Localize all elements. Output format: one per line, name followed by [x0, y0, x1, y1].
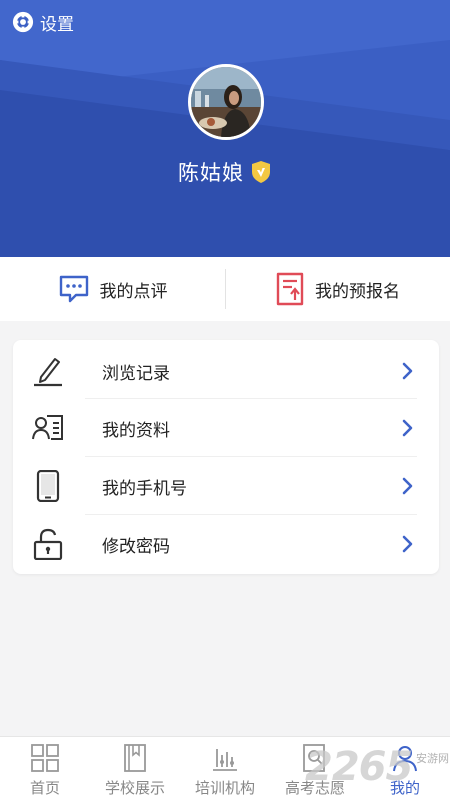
- chevron-right-icon: [402, 362, 413, 380]
- tab-home[interactable]: 首页: [0, 737, 90, 800]
- menu-item-my-profile[interactable]: 我的资料: [13, 399, 439, 457]
- book-icon: [124, 744, 146, 772]
- settings-label: 设置: [40, 14, 74, 35]
- menu-item-my-phone[interactable]: 我的手机号: [13, 457, 439, 515]
- quick-actions: 我的点评 我的预报名: [0, 257, 450, 321]
- menu-item-label: 我的资料: [102, 420, 170, 441]
- tab-label: 学校展示: [104, 779, 165, 797]
- menu-item-label: 我的手机号: [102, 478, 187, 499]
- divider: [225, 269, 226, 309]
- settings-button[interactable]: 设置: [12, 9, 74, 35]
- grid-home-icon: [31, 744, 59, 772]
- phone-icon: [36, 470, 60, 502]
- avatar[interactable]: [188, 64, 264, 140]
- lock-icon: [33, 528, 63, 560]
- avatar-photo: [191, 67, 261, 137]
- my-reviews-button[interactable]: 我的点评: [0, 257, 225, 321]
- profile-header: 设置 陈姑娘: [0, 0, 450, 257]
- my-reviews-label: 我的点评: [99, 281, 168, 302]
- my-preregistration-button[interactable]: 我的预报名: [225, 257, 450, 321]
- verified-badge-icon: [252, 161, 270, 183]
- watermark-logo: 2265: [305, 744, 413, 790]
- pencil-icon: [34, 358, 62, 387]
- username: 陈姑娘: [178, 161, 244, 185]
- menu-item-browse-history[interactable]: 浏览记录: [13, 342, 439, 400]
- menu-item-change-password[interactable]: 修改密码: [13, 515, 439, 573]
- bar-chart-icon: [213, 749, 237, 771]
- my-preregistration-label: 我的预报名: [315, 281, 400, 302]
- tab-school-showcase[interactable]: 学校展示: [90, 737, 180, 800]
- tab-label: 培训机构: [194, 779, 255, 797]
- tab-label: 首页: [29, 779, 60, 797]
- tab-training-institutions[interactable]: 培训机构: [180, 737, 270, 800]
- registration-doc-icon: [276, 272, 304, 306]
- settings-menu: 浏览记录 我的资料 我的手机号 修改密码: [13, 340, 439, 574]
- comment-icon: [59, 275, 88, 303]
- chevron-right-icon: [402, 419, 413, 437]
- gear-icon: [12, 11, 34, 33]
- menu-item-label: 浏览记录: [102, 363, 170, 384]
- chevron-right-icon: [402, 477, 413, 495]
- profile-card-icon: [32, 415, 63, 440]
- menu-item-label: 修改密码: [102, 536, 170, 557]
- watermark-caption: 安游网: [416, 752, 449, 765]
- chevron-right-icon: [402, 535, 413, 553]
